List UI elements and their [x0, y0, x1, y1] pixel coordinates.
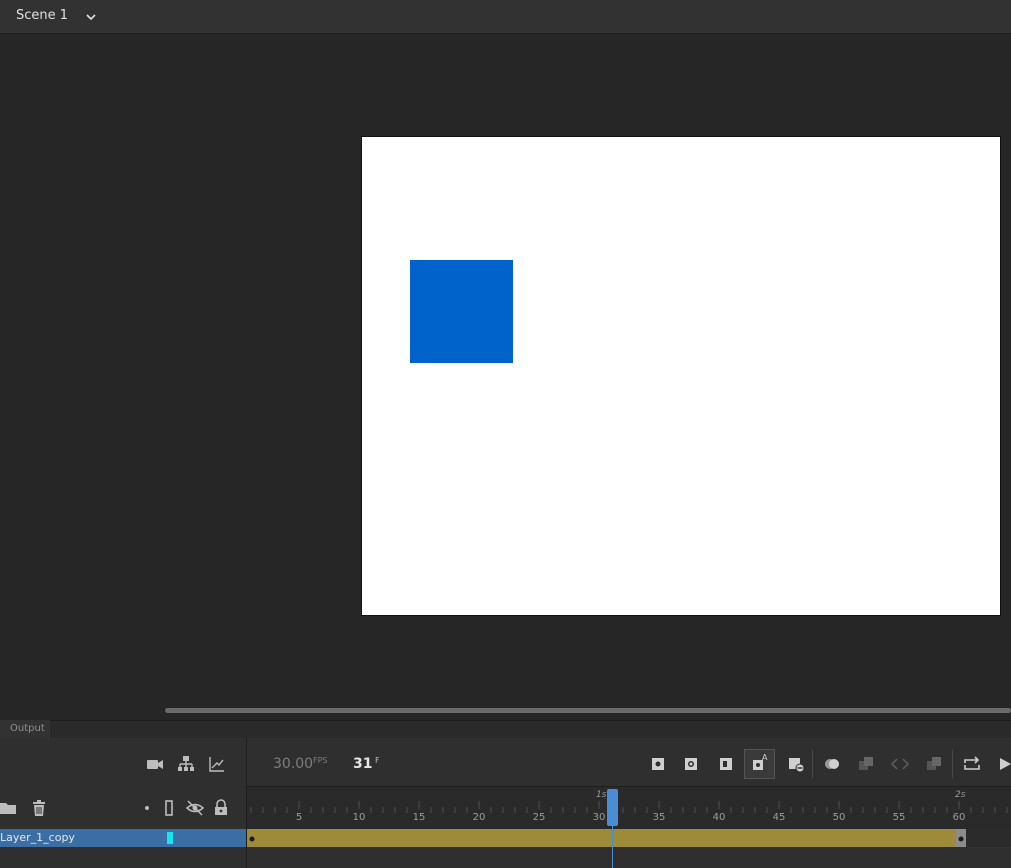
ruler-tick-10: 10: [352, 812, 366, 823]
fps-value[interactable]: 30.00: [273, 756, 313, 772]
fps-unit: FPS: [313, 756, 328, 765]
playhead-line: [612, 826, 613, 868]
ruler-tick-20: 20: [472, 812, 486, 823]
ruler-tick-25: 25: [532, 812, 546, 823]
outline-icon[interactable]: [160, 798, 180, 818]
chevron-down-icon[interactable]: [84, 9, 98, 23]
graph-icon[interactable]: [207, 754, 227, 774]
onion-skin-icon[interactable]: [822, 754, 842, 774]
ruler-tick-50: 50: [832, 812, 846, 823]
ruler-tick-15: 15: [412, 812, 426, 823]
new-folder-icon[interactable]: [0, 798, 20, 818]
playhead-handle[interactable]: [607, 789, 618, 826]
ruler-tick-45: 45: [772, 812, 786, 823]
panel-tab-strip: [0, 720, 1011, 739]
ruler-tick-5: 5: [295, 812, 303, 823]
play-icon[interactable]: [996, 754, 1011, 774]
horizontal-scrollbar-thumb[interactable]: [165, 708, 1011, 713]
output-tab[interactable]: Output: [0, 720, 50, 738]
insert-keyframe-icon[interactable]: [648, 754, 668, 774]
tween-end-keyframe[interactable]: [956, 829, 966, 847]
loop-icon[interactable]: [962, 754, 982, 774]
insert-blank-keyframe-icon[interactable]: [681, 754, 701, 774]
layer-name[interactable]: Layer_1_copy: [0, 831, 75, 844]
auto-keyframe-icon[interactable]: A: [744, 749, 775, 779]
camera-icon[interactable]: [145, 754, 165, 774]
ruler-tick-55: 55: [892, 812, 906, 823]
layer-parenting-icon[interactable]: [176, 754, 196, 774]
motion-tween-span[interactable]: [247, 829, 956, 847]
delete-icon[interactable]: [29, 798, 49, 818]
blue-square-shape[interactable]: [410, 260, 513, 363]
visibility-icon[interactable]: [185, 798, 205, 818]
lock-icon[interactable]: [211, 798, 231, 818]
second-marker-2s: 2s: [955, 790, 966, 800]
next-frame-icon[interactable]: [924, 754, 944, 774]
current-frame-value[interactable]: 31: [353, 756, 372, 772]
layer-color-chip[interactable]: [167, 832, 173, 844]
ruler-tick-40: 40: [712, 812, 726, 823]
edit-multiple-frames-icon[interactable]: [856, 754, 876, 774]
svg-text:A: A: [762, 753, 768, 762]
remove-frame-icon[interactable]: [786, 754, 806, 774]
insert-frame-icon[interactable]: [716, 754, 736, 774]
ruler-tick-60: 60: [952, 812, 966, 823]
scene-selector-label[interactable]: Scene 1: [16, 8, 68, 23]
scene-bar: [0, 0, 1011, 34]
empty-timeline-area: [247, 847, 1011, 868]
second-marker-1s: 1s: [596, 790, 607, 800]
ruler-tick-35: 35: [652, 812, 666, 823]
frame-unit: F: [375, 756, 380, 765]
previous-frame-icon[interactable]: [890, 754, 910, 774]
ruler-tick-30: 30: [592, 812, 606, 823]
dot-icon[interactable]: [138, 798, 158, 818]
stage-canvas[interactable]: [361, 136, 1001, 616]
